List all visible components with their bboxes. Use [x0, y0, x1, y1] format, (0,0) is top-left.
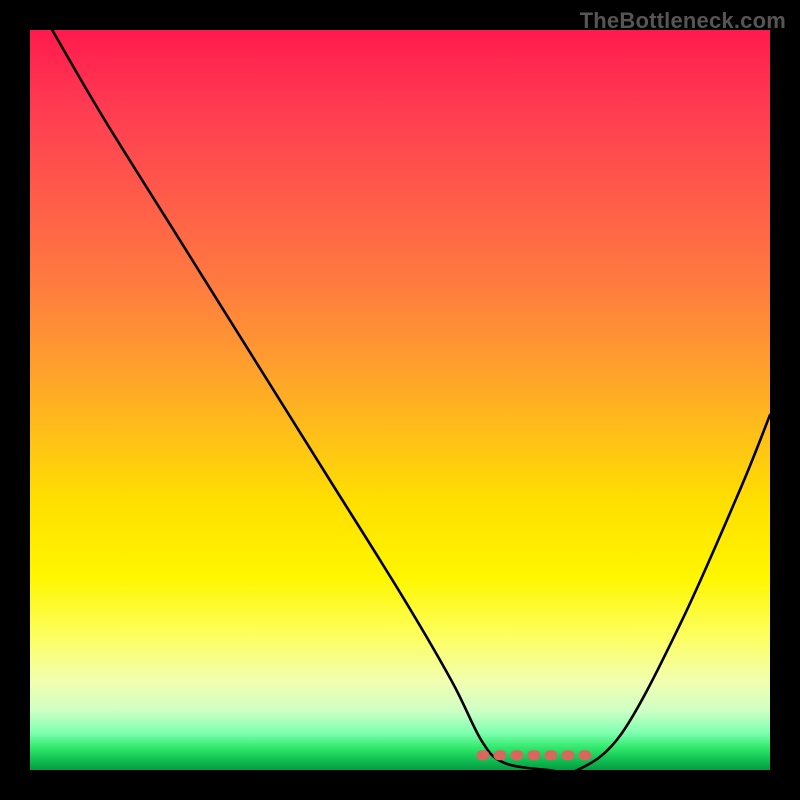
gradient-background — [30, 30, 770, 770]
plot-area — [30, 30, 770, 770]
chart-frame: TheBottleneck.com — [0, 0, 800, 800]
